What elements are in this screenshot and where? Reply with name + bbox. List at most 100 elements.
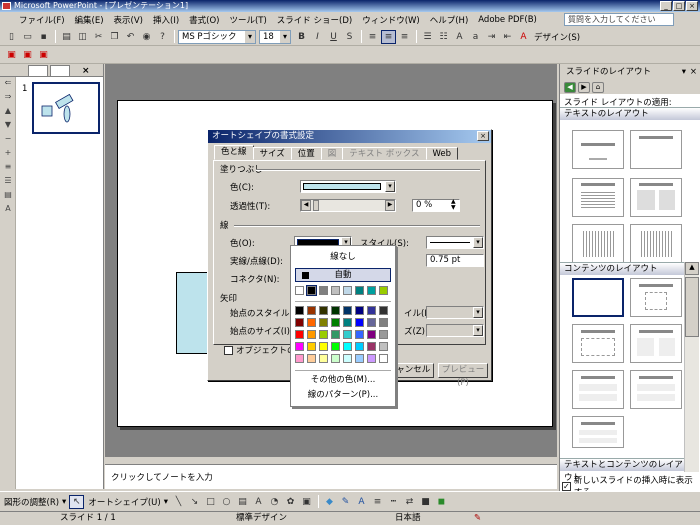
layout-blank[interactable] [572, 278, 624, 317]
color-swatch[interactable] [343, 330, 352, 339]
collapse-all-icon[interactable]: ≡ [1, 162, 15, 175]
layout-title-slide[interactable] [572, 130, 624, 169]
line-color-icon[interactable]: ✎ [338, 495, 353, 509]
color-swatch[interactable] [355, 318, 364, 327]
shadow-icon[interactable]: S [342, 30, 357, 44]
home-icon[interactable]: ⌂ [592, 81, 604, 93]
color-swatch[interactable] [343, 306, 352, 315]
tab-size[interactable]: サイズ [252, 147, 292, 160]
numbering-icon[interactable]: ☰ [420, 30, 435, 44]
color-swatch[interactable] [295, 342, 304, 351]
print-icon[interactable]: ▤ [59, 30, 74, 44]
italic-icon[interactable]: I [310, 30, 325, 44]
color-swatch[interactable] [319, 318, 328, 327]
cut-icon[interactable]: ✂ [91, 30, 106, 44]
more-colors-option[interactable]: その他の色(M)... [295, 374, 391, 388]
color-swatch[interactable] [343, 318, 352, 327]
layout-title-text[interactable] [572, 178, 624, 217]
hyperlink-icon[interactable]: ◉ [139, 30, 154, 44]
task-pane-close-icon[interactable]: × [690, 64, 697, 80]
layout-vertical-title-text[interactable] [630, 224, 682, 263]
color-swatch[interactable] [355, 330, 364, 339]
pdf-convert-icon[interactable]: ▣ [4, 48, 19, 62]
scroll-thumb[interactable] [685, 277, 699, 337]
transparency-spinner-icon[interactable]: ▲ ▼ [451, 199, 456, 211]
recent-color-swatch[interactable] [379, 286, 388, 295]
color-swatch[interactable] [379, 342, 388, 351]
layout-title-only[interactable] [630, 130, 682, 169]
automatic-color-option[interactable]: 自動 [295, 268, 391, 282]
layout-content[interactable] [630, 278, 682, 317]
slide-thumbnail[interactable] [32, 82, 100, 134]
font-color-draw-icon[interactable]: A [354, 495, 369, 509]
color-swatch[interactable] [379, 354, 388, 363]
minimize-button[interactable]: _ [660, 1, 672, 11]
notes-pane[interactable]: クリックしてノートを入力 [105, 464, 557, 489]
transparency-slider[interactable]: ◀ ▶ [300, 199, 396, 212]
no-line-option[interactable]: 線なし [295, 251, 391, 265]
layout-four-content[interactable] [630, 370, 682, 409]
line-style-select[interactable]: ▾ [426, 236, 484, 249]
color-swatch[interactable] [331, 342, 340, 351]
align-right-icon[interactable]: ≡ [397, 30, 412, 44]
color-swatch[interactable] [307, 306, 316, 315]
design-button[interactable]: デザイン(S) [534, 31, 580, 43]
arrow-icon[interactable]: ↘ [187, 495, 202, 509]
wordart-icon[interactable]: A [251, 495, 266, 509]
line-style-icon[interactable]: ≡ [370, 495, 385, 509]
layout-content-four[interactable] [572, 370, 624, 409]
outdent-icon[interactable]: ⇤ [500, 30, 515, 44]
decrease-font-icon[interactable]: a [468, 30, 483, 44]
line-icon[interactable]: ╲ [171, 495, 186, 509]
new-icon[interactable]: ▯ [4, 30, 19, 44]
collapse-icon[interactable]: − [1, 134, 15, 147]
close-button[interactable]: × [686, 1, 698, 11]
color-swatch[interactable] [367, 306, 376, 315]
recent-color-swatch[interactable] [319, 286, 328, 295]
layout-content-more[interactable] [572, 416, 624, 448]
expand-icon[interactable]: + [1, 148, 15, 161]
recent-color-swatch[interactable] [306, 285, 317, 296]
pane-close-icon[interactable]: × [82, 66, 90, 76]
recent-color-swatch[interactable] [343, 286, 352, 295]
menu-slideshow[interactable]: スライド ショー(D) [272, 14, 357, 26]
menu-insert[interactable]: 挿入(I) [148, 14, 184, 26]
color-swatch[interactable] [295, 330, 304, 339]
task-pane-menu-icon[interactable]: ▾ [682, 64, 686, 80]
patterned-lines-option[interactable]: 線のパターン(P)... [295, 389, 391, 403]
dialog-close-icon[interactable]: × [477, 131, 489, 141]
menu-format[interactable]: 書式(O) [184, 14, 224, 26]
color-swatch[interactable] [295, 354, 304, 363]
3d-style-icon[interactable]: ◼ [434, 495, 449, 509]
dash-style-icon[interactable]: ┅ [386, 495, 401, 509]
picture-icon[interactable]: ▣ [299, 495, 314, 509]
maximize-button[interactable]: □ [673, 1, 685, 11]
show-on-insert-checkbox[interactable]: ✓ [562, 481, 571, 491]
help-search-input[interactable]: 質問を入力してください [564, 13, 674, 26]
recent-color-swatch[interactable] [295, 286, 304, 295]
tab-web[interactable]: Web [425, 147, 459, 160]
fill-color-icon[interactable]: ◆ [322, 495, 337, 509]
color-swatch[interactable] [367, 354, 376, 363]
menu-file[interactable]: ファイル(F) [14, 14, 70, 26]
layout-title-content[interactable] [572, 324, 624, 363]
color-swatch[interactable] [355, 342, 364, 351]
color-swatch[interactable] [379, 306, 388, 315]
color-swatch[interactable] [331, 330, 340, 339]
select-pointer-icon[interactable]: ↖ [69, 494, 85, 509]
tab-position[interactable]: 位置 [290, 147, 322, 160]
tab-slides[interactable] [50, 65, 70, 76]
pdf-review-icon[interactable]: ▣ [36, 48, 51, 62]
slider-left-icon[interactable]: ◀ [301, 200, 311, 211]
undo-icon[interactable]: ↶ [123, 30, 138, 44]
move-up-icon[interactable]: ▲ [1, 106, 15, 119]
color-swatch[interactable] [331, 306, 340, 315]
layout-two-content[interactable] [630, 324, 682, 363]
menu-tools[interactable]: ツール(T) [224, 14, 271, 26]
font-color-icon[interactable]: A [516, 30, 531, 44]
color-swatch[interactable] [295, 318, 304, 327]
menu-adobe-pdf[interactable]: Adobe PDF(B) [473, 15, 542, 25]
color-swatch[interactable] [379, 330, 388, 339]
move-down-icon[interactable]: ▼ [1, 120, 15, 133]
color-swatch[interactable] [367, 318, 376, 327]
